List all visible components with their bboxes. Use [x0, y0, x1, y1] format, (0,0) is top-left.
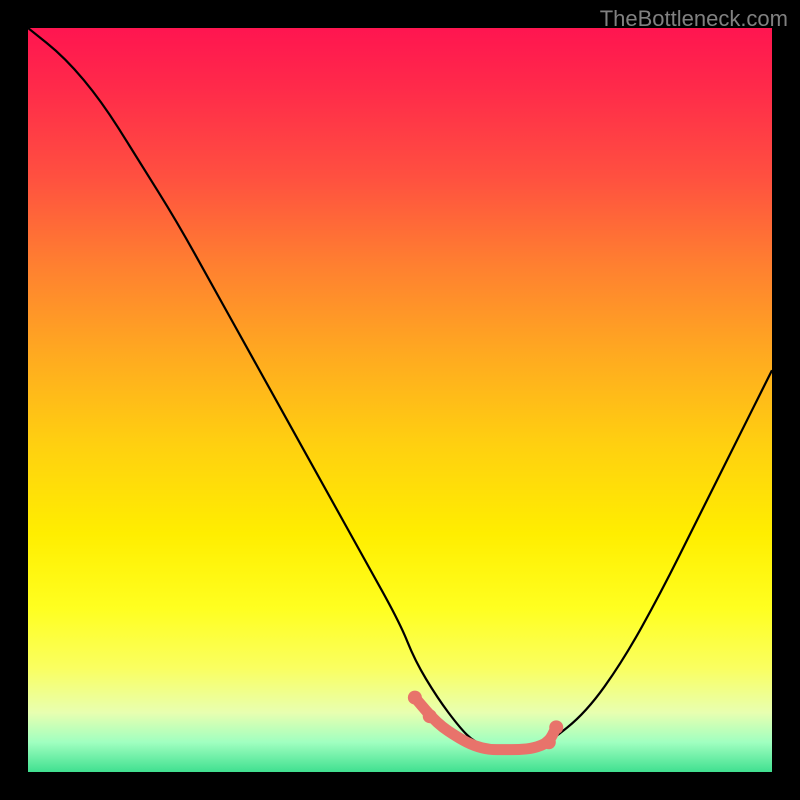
- optimal-range-stroke: [415, 698, 556, 750]
- attribution-text: TheBottleneck.com: [600, 6, 788, 32]
- highlight-dot: [423, 709, 437, 723]
- chart-overlay: [28, 28, 772, 772]
- bottleneck-curve: [28, 28, 772, 750]
- highlight-dot: [542, 735, 556, 749]
- highlight-dot: [549, 720, 563, 734]
- highlight-dot: [408, 691, 422, 705]
- plot-area: [28, 28, 772, 772]
